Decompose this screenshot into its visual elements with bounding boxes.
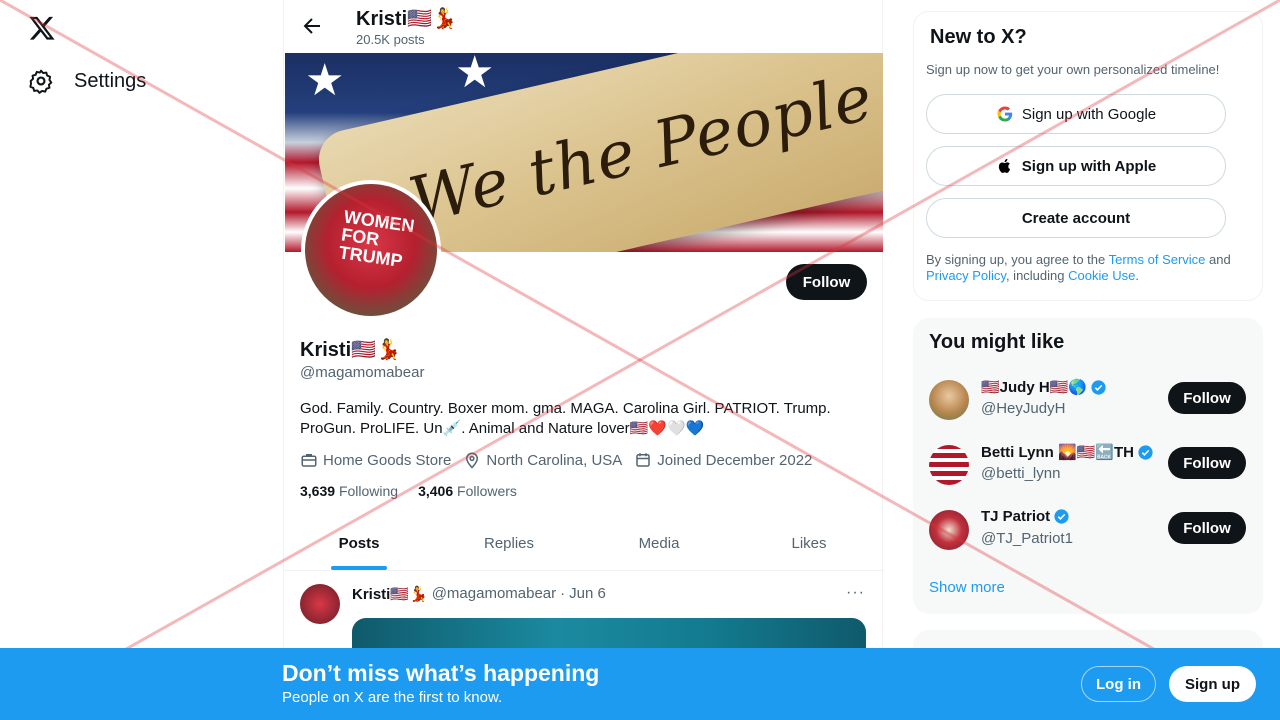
profile-work: Home Goods Store xyxy=(300,451,451,469)
calendar-icon xyxy=(636,453,651,467)
suggestion-handle: @betti_lynn xyxy=(981,465,1061,482)
post-item[interactable]: Kristi🇺🇸💃 @magamomabear · Jun 6 ··· xyxy=(284,572,884,658)
signup-apple-button[interactable]: Sign up with Apple xyxy=(926,146,1226,186)
suggestion-item[interactable]: 🇺🇸Judy H🇺🇸🌎 @HeyJudyH Follow xyxy=(929,376,1247,424)
signup-banner-subtitle: People on X are the first to know. xyxy=(282,689,503,706)
suggestion-name[interactable]: Betti Lynn 🌄🇺🇸🔙TH xyxy=(981,443,1154,461)
new-to-x-subtitle: Sign up now to get your own personalized… xyxy=(926,62,1220,77)
x-logo-icon[interactable] xyxy=(28,14,56,42)
profile-work-text: Home Goods Store xyxy=(323,451,452,469)
followers-label: Followers xyxy=(457,483,517,499)
post-separator: · xyxy=(560,585,566,602)
suggestion-handle: @TJ_Patriot1 xyxy=(981,530,1073,547)
profile-meta: Home Goods Store North Carolina, USA Joi… xyxy=(300,451,812,469)
post-avatar[interactable] xyxy=(300,584,340,624)
profile-avatar[interactable]: WOMEN FOR TRUMP xyxy=(301,180,441,320)
signup-banner: Don’t miss what’s happening People on X … xyxy=(0,648,1280,720)
star-icon: ★ xyxy=(455,53,495,97)
followers-count: 3,406 xyxy=(418,483,454,499)
tab-posts[interactable]: Posts xyxy=(284,517,434,570)
profile-joined-text: Joined December 2022 xyxy=(657,451,813,469)
tab-replies[interactable]: Replies xyxy=(434,517,584,570)
profile-stats: 3,639 Following 3,406 Followers xyxy=(300,483,517,499)
tab-likes[interactable]: Likes xyxy=(734,517,884,570)
profile-bio: God. Family. Country. Boxer mom. gma. MA… xyxy=(300,400,831,437)
star-icon: ★ xyxy=(305,56,345,105)
left-nav: Settings xyxy=(0,0,283,720)
google-icon xyxy=(997,106,1013,122)
profile-location: North Carolina, USA xyxy=(463,451,622,469)
suggestion-name-text: TJ Patriot xyxy=(981,508,1051,525)
nav-settings[interactable]: Settings xyxy=(28,68,146,94)
profile-name: Kristi🇺🇸💃 xyxy=(300,339,401,361)
verified-badge-icon xyxy=(1054,509,1069,524)
back-arrow-icon[interactable] xyxy=(300,14,324,38)
privacy-link[interactable]: Privacy Policy xyxy=(926,268,1006,283)
post-date[interactable]: Jun 6 xyxy=(569,585,606,603)
suggestion-name[interactable]: TJ Patriot xyxy=(981,508,1070,525)
suggestion-name[interactable]: 🇺🇸Judy H🇺🇸🌎 xyxy=(981,378,1107,396)
cookie-link[interactable]: Cookie Use xyxy=(1068,268,1135,283)
login-button[interactable]: Log in xyxy=(1081,666,1156,702)
suggestion-item[interactable]: TJ Patriot @TJ_Patriot1 Follow xyxy=(929,506,1247,554)
signup-google-button[interactable]: Sign up with Google xyxy=(926,94,1226,134)
topbar-name: Kristi🇺🇸💃 xyxy=(356,8,457,30)
briefcase-icon xyxy=(301,454,317,467)
you-might-like-card: You might like 🇺🇸Judy H🇺🇸🌎 @HeyJudyH Fol… xyxy=(913,318,1263,614)
new-to-x-card: New to X? Sign up now to get your own pe… xyxy=(913,11,1263,301)
post-header: Kristi🇺🇸💃 @magamomabear · Jun 6 xyxy=(352,585,606,603)
avatar-cap-text: WOMEN FOR TRUMP xyxy=(337,206,416,271)
avatar[interactable] xyxy=(929,380,969,420)
avatar[interactable] xyxy=(929,445,969,485)
following-count: 3,639 xyxy=(300,483,336,499)
suggestion-name-text: Betti Lynn 🌄🇺🇸🔙TH xyxy=(981,444,1134,461)
profile-joined: Joined December 2022 xyxy=(634,451,812,469)
apple-icon xyxy=(998,158,1010,173)
following-link[interactable]: 3,639 Following xyxy=(300,483,398,499)
profile-tabs: Posts Replies Media Likes xyxy=(284,517,884,571)
settings-label: Settings xyxy=(74,69,147,92)
follow-button[interactable]: Follow xyxy=(1168,382,1246,414)
post-author-name[interactable]: Kristi🇺🇸💃 xyxy=(352,585,428,603)
following-label: Following xyxy=(338,483,399,499)
create-account-button[interactable]: Create account xyxy=(926,198,1226,238)
legal-and: and xyxy=(1205,252,1231,267)
signup-apple-label: Sign up with Apple xyxy=(1021,157,1157,175)
follow-button[interactable]: Follow xyxy=(1168,512,1246,544)
location-pin-icon xyxy=(466,452,479,469)
topbar-posts-count: 20.5K posts xyxy=(356,32,425,47)
verified-badge-icon xyxy=(1091,379,1106,395)
more-options-icon[interactable]: ··· xyxy=(846,584,865,602)
tab-media[interactable]: Media xyxy=(584,517,734,570)
suggestion-handle: @HeyJudyH xyxy=(981,400,1066,417)
follow-button[interactable]: Follow xyxy=(1168,447,1246,479)
you-might-like-title: You might like xyxy=(929,331,1065,353)
legal-prefix: By signing up, you agree to the xyxy=(926,252,1109,267)
signup-google-label: Sign up with Google xyxy=(1021,105,1157,123)
avatar[interactable] xyxy=(929,510,969,550)
followers-link[interactable]: 3,406 Followers xyxy=(418,483,517,499)
profile-topbar: Kristi🇺🇸💃 20.5K posts xyxy=(284,0,884,53)
terms-link[interactable]: Terms of Service xyxy=(1109,252,1206,267)
show-more-link[interactable]: Show more xyxy=(929,579,1005,596)
legal-including: , including xyxy=(1005,268,1069,283)
signup-banner-title: Don’t miss what’s happening xyxy=(282,660,600,686)
signup-button[interactable]: Sign up xyxy=(1169,666,1256,702)
suggestion-name-text: 🇺🇸Judy H🇺🇸🌎 xyxy=(981,379,1088,396)
verified-badge-icon xyxy=(1138,444,1153,460)
legal-period: . xyxy=(1135,268,1139,283)
follow-button[interactable]: Follow xyxy=(786,264,867,300)
main-column: Kristi🇺🇸💃 20.5K posts ★ ★ We the People … xyxy=(283,0,884,720)
gear-icon xyxy=(29,69,53,94)
profile-location-text: North Carolina, USA xyxy=(486,451,623,469)
suggestion-item[interactable]: Betti Lynn 🌄🇺🇸🔙TH @betti_lynn Follow xyxy=(929,441,1247,489)
profile-handle: @magamomabear xyxy=(300,364,425,381)
post-author-handle[interactable]: @magamomabear xyxy=(432,585,556,603)
new-to-x-title: New to X? xyxy=(930,26,1027,48)
legal-text: By signing up, you agree to the Terms of… xyxy=(926,252,1246,284)
